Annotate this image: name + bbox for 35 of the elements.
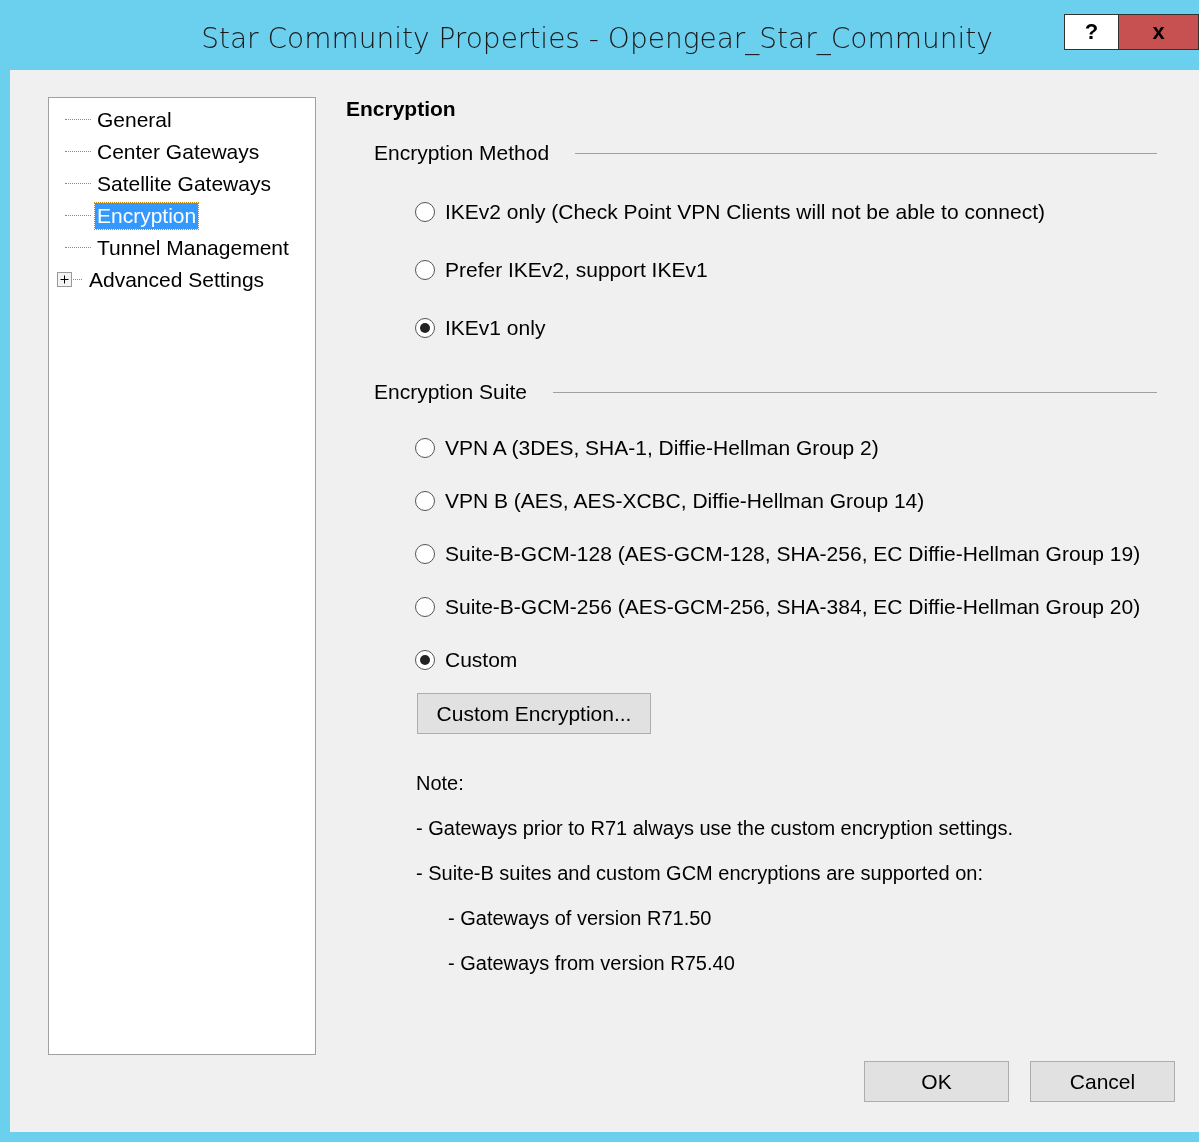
note-text: - Gateways of version R71.50 [448,907,713,930]
option-label[interactable]: Suite-B-GCM-256 (AES-GCM-256, SHA-384, EC Diffie-Hellman Group 20) [445,595,1141,619]
option-label[interactable]: VPN B (AES, AES-XCBC, Diffie-Hellman Group 14) [445,489,925,513]
tree-item[interactable]: Advanced Settings [87,267,267,293]
radio-button[interactable] [415,438,435,458]
tree-item[interactable]: Center Gateways [95,139,262,165]
custom-encryption-button[interactable]: Custom Encryption... [417,693,651,734]
note-text: - Gateways prior to R71 always use the custom encryption settings. [416,817,1014,840]
option-label[interactable]: IKEv2 only (Check Point VPN Clients will not be able to connect) [445,200,1045,224]
tree-item[interactable]: Tunnel Management [95,235,291,261]
option-label[interactable]: Prefer IKEv2, support IKEv1 [445,258,708,282]
group-title: Encryption Method [374,141,550,165]
group-title: Encryption Suite [374,380,527,404]
tree-item[interactable]: Satellite Gateways [95,171,273,197]
close-button[interactable]: x [1119,14,1199,50]
cancel-button[interactable]: Cancel [1030,1061,1175,1102]
radio-button[interactable] [415,597,435,617]
note-text: - Suite-B suites and custom GCM encryptions are supported on: [416,862,984,885]
window-title: Star Community Properties - Opengear_Star_Community [200,22,994,55]
page-title: Encryption [346,97,457,121]
note-text: - Gateways from version R75.40 [448,952,736,975]
option-label[interactable]: Suite-B-GCM-128 (AES-GCM-128, SHA-256, EC Diffie-Hellman Group 19) [445,542,1141,566]
option-label[interactable]: Custom [445,648,518,672]
option-label[interactable]: VPN A (3DES, SHA-1, Diffie-Hellman Group 2) [445,436,879,460]
radio-button[interactable] [415,202,435,222]
note-title: Note: [416,772,465,795]
radio-button[interactable] [415,650,435,670]
radio-button[interactable] [415,544,435,564]
radio-button[interactable] [415,491,435,511]
option-label[interactable]: IKEv1 only [445,316,546,340]
radio-button[interactable] [415,318,435,338]
ok-button[interactable]: OK [864,1061,1009,1102]
tree-item[interactable]: General [95,107,174,133]
radio-button[interactable] [415,260,435,280]
help-button[interactable]: ? [1064,14,1119,50]
